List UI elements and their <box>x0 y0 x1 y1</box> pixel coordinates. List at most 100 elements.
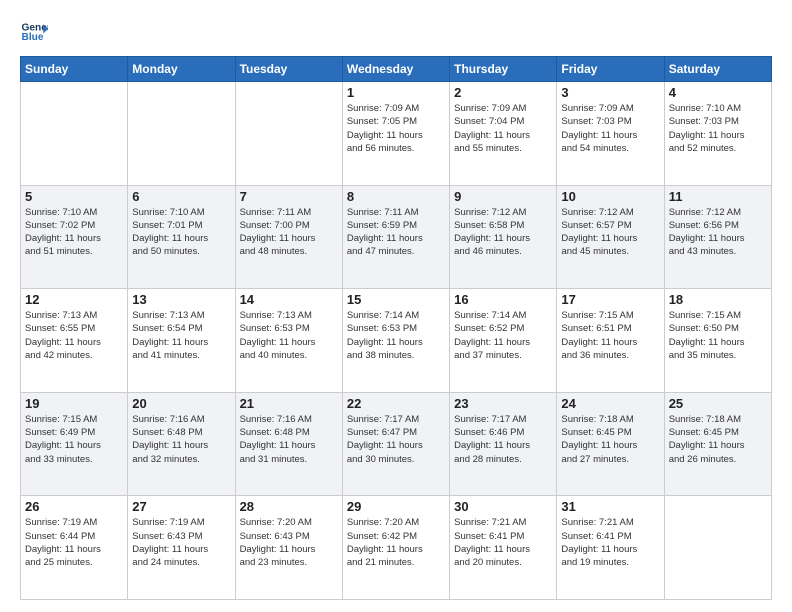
calendar-cell: 30Sunrise: 7:21 AM Sunset: 6:41 PM Dayli… <box>450 496 557 600</box>
calendar-cell: 3 Sunrise: 7:09 AM Sunset: 7:03 PM Daylig… <box>557 82 664 186</box>
weekday-header-sunday: Sunday <box>21 57 128 82</box>
day-info: Sunrise: 7:11 AM Sunset: 6:59 PM Dayligh… <box>347 206 445 259</box>
calendar-cell: 10 Sunrise: 7:12 AM Sunset: 6:57 PM Dayli… <box>557 185 664 289</box>
day-number: 11 <box>669 189 767 204</box>
calendar-cell: 28 Sunrise: 7:20 AM Sunset: 6:43 PM Dayli… <box>235 496 342 600</box>
day-info: Sunrise: 7:17 AM Sunset: 6:46 PM Dayligh… <box>454 413 552 466</box>
day-number: 2 <box>454 85 552 100</box>
weekday-header-saturday: Saturday <box>664 57 771 82</box>
weekday-header-monday: Monday <box>128 57 235 82</box>
day-number: 26 <box>25 499 123 514</box>
day-info: Sunrise: 7:17 AM Sunset: 6:47 PM Dayligh… <box>347 413 445 466</box>
calendar-cell: 29 Sunrise: 7:20 AM Sunset: 6:42 PM Dayli… <box>342 496 449 600</box>
day-info: Sunrise: 7:13 AM Sunset: 6:55 PM Dayligh… <box>25 309 123 362</box>
day-info: Sunrise: 7:12 AM Sunset: 6:58 PM Dayligh… <box>454 206 552 259</box>
calendar-cell: 14 Sunrise: 7:13 AM Sunset: 6:53 PM Dayli… <box>235 289 342 393</box>
calendar-cell: 11 Sunrise: 7:12 AM Sunset: 6:56 PM Dayli… <box>664 185 771 289</box>
day-info: Sunrise: 7:15 AM Sunset: 6:49 PM Dayligh… <box>25 413 123 466</box>
day-info: Sunrise: 7:18 AM Sunset: 6:45 PM Dayligh… <box>561 413 659 466</box>
day-number: 28 <box>240 499 338 514</box>
calendar-cell: 22 Sunrise: 7:17 AM Sunset: 6:47 PM Dayli… <box>342 392 449 496</box>
day-number: 9 <box>454 189 552 204</box>
day-number: 18 <box>669 292 767 307</box>
weekday-header-thursday: Thursday <box>450 57 557 82</box>
day-number: 10 <box>561 189 659 204</box>
day-info: Sunrise: 7:10 AM Sunset: 7:03 PM Dayligh… <box>669 102 767 155</box>
day-info: Sunrise: 7:15 AM Sunset: 6:50 PM Dayligh… <box>669 309 767 362</box>
day-number: 29 <box>347 499 445 514</box>
day-info: Sunrise: 7:12 AM Sunset: 6:57 PM Dayligh… <box>561 206 659 259</box>
calendar-cell: 18 Sunrise: 7:15 AM Sunset: 6:50 PM Dayli… <box>664 289 771 393</box>
day-number: 25 <box>669 396 767 411</box>
calendar-cell: 8 Sunrise: 7:11 AM Sunset: 6:59 PM Daylig… <box>342 185 449 289</box>
day-info: Sunrise: 7:20 AM Sunset: 6:42 PM Dayligh… <box>347 516 445 569</box>
calendar-cell <box>235 82 342 186</box>
day-number: 13 <box>132 292 230 307</box>
calendar-cell: 24 Sunrise: 7:18 AM Sunset: 6:45 PM Dayli… <box>557 392 664 496</box>
calendar-cell: 5 Sunrise: 7:10 AM Sunset: 7:02 PM Daylig… <box>21 185 128 289</box>
day-number: 5 <box>25 189 123 204</box>
day-info: Sunrise: 7:19 AM Sunset: 6:43 PM Dayligh… <box>132 516 230 569</box>
calendar-cell: 12 Sunrise: 7:13 AM Sunset: 6:55 PM Dayli… <box>21 289 128 393</box>
calendar-cell: 25Sunrise: 7:18 AM Sunset: 6:45 PM Dayli… <box>664 392 771 496</box>
day-number: 17 <box>561 292 659 307</box>
calendar-cell <box>21 82 128 186</box>
day-number: 8 <box>347 189 445 204</box>
day-info: Sunrise: 7:16 AM Sunset: 6:48 PM Dayligh… <box>132 413 230 466</box>
day-info: Sunrise: 7:19 AM Sunset: 6:44 PM Dayligh… <box>25 516 123 569</box>
day-number: 12 <box>25 292 123 307</box>
calendar-cell: 20 Sunrise: 7:16 AM Sunset: 6:48 PM Dayli… <box>128 392 235 496</box>
calendar-cell <box>664 496 771 600</box>
day-info: Sunrise: 7:20 AM Sunset: 6:43 PM Dayligh… <box>240 516 338 569</box>
calendar-cell: 2 Sunrise: 7:09 AM Sunset: 7:04 PM Daylig… <box>450 82 557 186</box>
calendar-cell: 1Sunrise: 7:09 AM Sunset: 7:05 PM Daylig… <box>342 82 449 186</box>
calendar-cell: 15Sunrise: 7:14 AM Sunset: 6:53 PM Dayli… <box>342 289 449 393</box>
calendar-cell: 13 Sunrise: 7:13 AM Sunset: 6:54 PM Dayli… <box>128 289 235 393</box>
day-info: Sunrise: 7:10 AM Sunset: 7:01 PM Dayligh… <box>132 206 230 259</box>
calendar-cell: 16 Sunrise: 7:14 AM Sunset: 6:52 PM Dayli… <box>450 289 557 393</box>
calendar-week-row: 26 Sunrise: 7:19 AM Sunset: 6:44 PM Dayli… <box>21 496 772 600</box>
day-info: Sunrise: 7:09 AM Sunset: 7:04 PM Dayligh… <box>454 102 552 155</box>
calendar-cell: 31 Sunrise: 7:21 AM Sunset: 6:41 PM Dayli… <box>557 496 664 600</box>
calendar-cell: 26 Sunrise: 7:19 AM Sunset: 6:44 PM Dayli… <box>21 496 128 600</box>
calendar-cell: 6 Sunrise: 7:10 AM Sunset: 7:01 PM Daylig… <box>128 185 235 289</box>
day-number: 22 <box>347 396 445 411</box>
calendar-cell: 21Sunrise: 7:16 AM Sunset: 6:48 PM Dayli… <box>235 392 342 496</box>
day-number: 30 <box>454 499 552 514</box>
day-info: Sunrise: 7:14 AM Sunset: 6:53 PM Dayligh… <box>347 309 445 362</box>
calendar-table: SundayMondayTuesdayWednesdayThursdayFrid… <box>20 56 772 600</box>
day-number: 20 <box>132 396 230 411</box>
calendar-cell <box>128 82 235 186</box>
day-number: 31 <box>561 499 659 514</box>
weekday-header-tuesday: Tuesday <box>235 57 342 82</box>
day-number: 4 <box>669 85 767 100</box>
day-number: 3 <box>561 85 659 100</box>
day-number: 27 <box>132 499 230 514</box>
day-number: 21 <box>240 396 338 411</box>
page-header: General Blue <box>20 18 772 46</box>
day-number: 16 <box>454 292 552 307</box>
calendar-week-row: 12 Sunrise: 7:13 AM Sunset: 6:55 PM Dayli… <box>21 289 772 393</box>
weekday-header-row: SundayMondayTuesdayWednesdayThursdayFrid… <box>21 57 772 82</box>
calendar-cell: 27 Sunrise: 7:19 AM Sunset: 6:43 PM Dayli… <box>128 496 235 600</box>
calendar-cell: 9 Sunrise: 7:12 AM Sunset: 6:58 PM Daylig… <box>450 185 557 289</box>
day-info: Sunrise: 7:12 AM Sunset: 6:56 PM Dayligh… <box>669 206 767 259</box>
logo: General Blue <box>20 18 48 46</box>
day-info: Sunrise: 7:11 AM Sunset: 7:00 PM Dayligh… <box>240 206 338 259</box>
weekday-header-wednesday: Wednesday <box>342 57 449 82</box>
day-info: Sunrise: 7:13 AM Sunset: 6:54 PM Dayligh… <box>132 309 230 362</box>
svg-text:Blue: Blue <box>22 32 44 43</box>
day-number: 1 <box>347 85 445 100</box>
calendar-cell: 17Sunrise: 7:15 AM Sunset: 6:51 PM Dayli… <box>557 289 664 393</box>
day-info: Sunrise: 7:09 AM Sunset: 7:03 PM Dayligh… <box>561 102 659 155</box>
calendar-week-row: 19 Sunrise: 7:15 AM Sunset: 6:49 PM Dayli… <box>21 392 772 496</box>
day-info: Sunrise: 7:10 AM Sunset: 7:02 PM Dayligh… <box>25 206 123 259</box>
day-number: 23 <box>454 396 552 411</box>
day-info: Sunrise: 7:13 AM Sunset: 6:53 PM Dayligh… <box>240 309 338 362</box>
day-number: 6 <box>132 189 230 204</box>
day-info: Sunrise: 7:21 AM Sunset: 6:41 PM Dayligh… <box>561 516 659 569</box>
day-number: 19 <box>25 396 123 411</box>
day-number: 14 <box>240 292 338 307</box>
day-info: Sunrise: 7:14 AM Sunset: 6:52 PM Dayligh… <box>454 309 552 362</box>
day-number: 24 <box>561 396 659 411</box>
